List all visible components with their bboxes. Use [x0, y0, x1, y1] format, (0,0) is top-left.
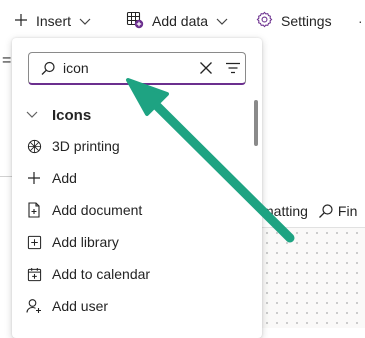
list-item-label: Add user	[52, 298, 109, 314]
list-item-label: Add document	[52, 202, 143, 218]
chevron-down-icon	[79, 13, 91, 29]
add-to-calendar-icon	[26, 266, 42, 282]
top-toolbar: Insert Add data Settings ·	[0, 0, 365, 42]
filter-icon[interactable]	[225, 61, 241, 80]
settings-button[interactable]: Settings	[256, 0, 332, 42]
table-add-icon	[126, 11, 144, 32]
list-item-label: 3D printing	[52, 138, 120, 154]
list-item[interactable]: Add document	[26, 198, 246, 222]
list-item[interactable]: Add user	[26, 294, 246, 318]
search-value: icon	[63, 60, 89, 76]
add-document-icon	[26, 202, 42, 218]
gear-icon	[256, 11, 273, 31]
settings-label: Settings	[281, 13, 332, 29]
insert-menu-button[interactable]: Insert	[14, 0, 91, 42]
more-overflow[interactable]: ·	[358, 0, 363, 42]
search-icon	[41, 61, 56, 81]
chevron-down-icon	[26, 111, 38, 119]
chevron-down-icon	[216, 13, 228, 29]
add-icon	[26, 170, 42, 186]
add-user-icon	[26, 298, 42, 314]
scrollbar-thumb[interactable]	[254, 100, 258, 146]
insert-dropdown-panel: icon Icons 3D printing Add Add document …	[12, 38, 262, 338]
list-item-label: Add library	[52, 234, 119, 250]
search-input[interactable]: icon	[28, 52, 246, 85]
find-label[interactable]: Fin	[338, 203, 357, 219]
list-item[interactable]: Add	[26, 166, 246, 190]
close-icon[interactable]	[199, 61, 213, 80]
background-divider	[0, 176, 12, 177]
list-item-label: Add	[52, 170, 77, 186]
canvas-grid	[262, 228, 365, 328]
icons-section-header[interactable]: Icons	[26, 104, 91, 126]
list-item[interactable]: Add library	[26, 230, 246, 254]
list-item[interactable]: 3D printing	[26, 134, 246, 158]
add-data-button[interactable]: Add data	[126, 0, 228, 42]
search-icon	[318, 203, 334, 219]
list-item-label: Add to calendar	[52, 266, 151, 282]
insert-label: Insert	[36, 13, 72, 29]
add-data-label: Add data	[152, 13, 209, 29]
section-title: Icons	[52, 106, 92, 124]
3d-printing-icon	[26, 138, 42, 154]
list-item[interactable]: Add to calendar	[26, 262, 246, 286]
add-library-icon	[26, 234, 42, 250]
background-glyph: =	[2, 52, 12, 69]
formatting-label[interactable]: matting	[262, 203, 308, 219]
background-toolbar: matting Fin	[262, 196, 365, 226]
plus-icon	[14, 13, 28, 30]
